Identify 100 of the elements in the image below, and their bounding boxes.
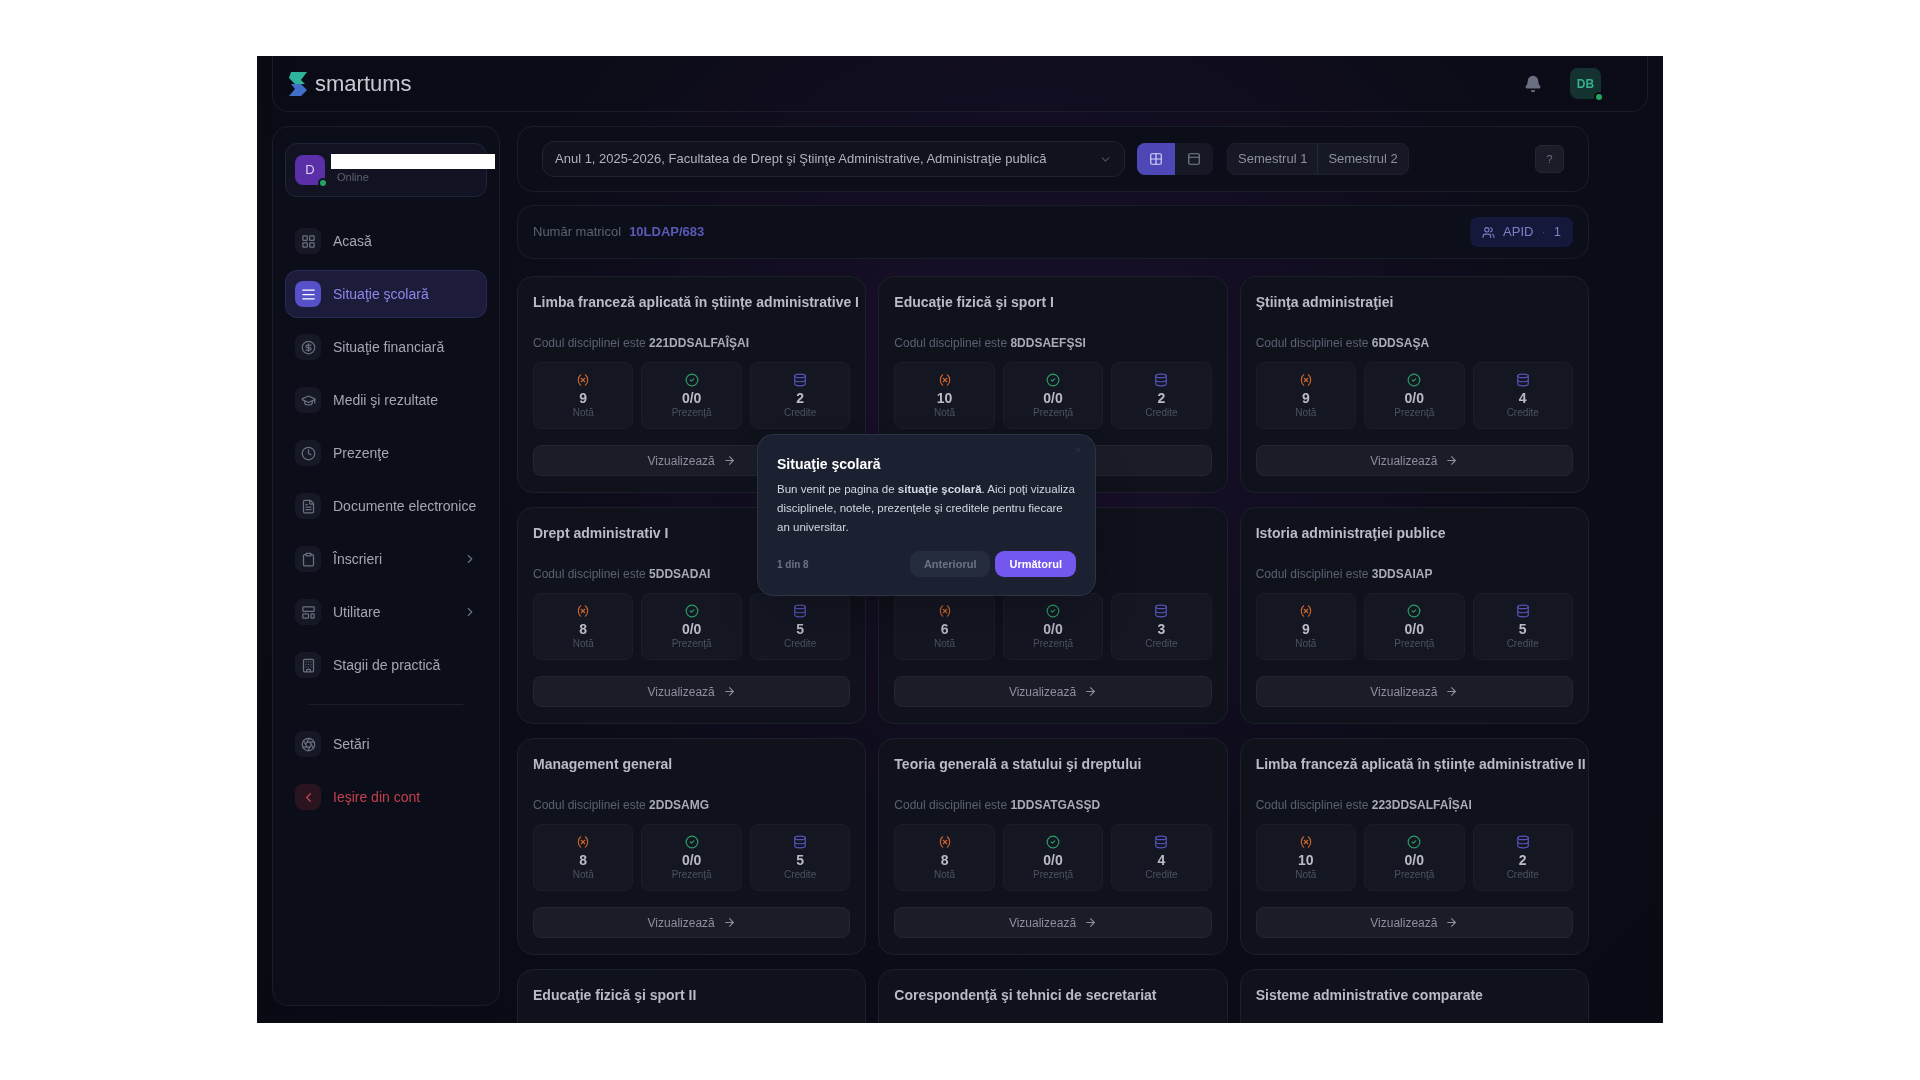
database-icon bbox=[1154, 372, 1169, 387]
check-circle-icon bbox=[1407, 834, 1422, 849]
stat-value: 5 bbox=[796, 850, 804, 869]
course-code: Codul disciplinei este 5DDSADAI bbox=[533, 566, 711, 583]
arrow-right-icon bbox=[1084, 916, 1098, 929]
sidebar-item[interactable]: Acasă bbox=[285, 217, 487, 265]
sidebar-item[interactable]: Situaţie financiară bbox=[285, 323, 487, 371]
stat-label: Prezenţă bbox=[1394, 868, 1435, 881]
view-button[interactable]: Vizualizează bbox=[1255, 676, 1573, 707]
stat-value: 4 bbox=[1518, 388, 1527, 407]
course-title: Limba franceză aplicată în științe administrative I bbox=[533, 292, 859, 312]
stat-value: 10 bbox=[1298, 850, 1314, 869]
stat-value: 0/0 bbox=[681, 619, 702, 638]
stat-value: 9 bbox=[1301, 619, 1310, 638]
stat-label: Notă bbox=[1295, 406, 1317, 419]
course-title: Istoria administraţiei publice bbox=[1255, 523, 1446, 543]
stat-label: Prezenţă bbox=[671, 637, 712, 650]
course-title: Limba franceză aplicată în științe administrative II bbox=[1255, 754, 1586, 774]
sidebar-label: Acasă bbox=[333, 231, 373, 251]
stat-label: Credite bbox=[783, 406, 817, 419]
stat-value: 8 bbox=[940, 850, 949, 869]
sidebar-label: Prezenţe bbox=[333, 443, 391, 463]
view-button[interactable]: Vizualizează bbox=[533, 676, 851, 707]
stat-value: 2 bbox=[796, 388, 804, 407]
sidebar-label: Utilitare bbox=[333, 602, 382, 622]
course-code: Codul disciplinei este 8DDSAEFŞSI bbox=[894, 335, 1086, 352]
variable-icon bbox=[576, 372, 591, 387]
course-title: Management general bbox=[533, 754, 673, 774]
grid-icon bbox=[1149, 152, 1163, 166]
stat-label: Credite bbox=[1145, 406, 1178, 419]
check-circle-icon bbox=[684, 372, 699, 387]
view-button[interactable]: Vizualizează bbox=[533, 907, 851, 938]
check-circle-icon bbox=[1407, 372, 1422, 387]
course-title: Ştiinţa administraţiei bbox=[1255, 292, 1394, 312]
stat-value: 3 bbox=[1157, 619, 1166, 638]
stat-label: Credite bbox=[1506, 637, 1539, 650]
sidebar-item[interactable]: Medii şi rezultate bbox=[285, 376, 487, 424]
sidebar-label: Situaţie şcolară bbox=[333, 284, 430, 304]
sidebar-item[interactable]: Setări bbox=[285, 720, 487, 768]
stat-label: Notă bbox=[1295, 637, 1317, 650]
group-badge: APID · 1 bbox=[1470, 217, 1573, 247]
layout-icon bbox=[295, 599, 321, 625]
stat-value: 9 bbox=[1301, 388, 1310, 407]
sidebar-item[interactable]: Documente electronice bbox=[285, 482, 487, 530]
course-title: Sisteme administrative comparate bbox=[1255, 985, 1483, 1005]
previous-button[interactable]: Anteriorul bbox=[909, 551, 991, 577]
sidebar-item[interactable]: Ieşire din cont bbox=[285, 773, 487, 821]
sidebar-label: Ieşire din cont bbox=[333, 787, 422, 807]
semester-tab[interactable]: Semestrul 1 bbox=[1228, 144, 1318, 174]
stat-label: Prezenţă bbox=[1394, 637, 1435, 650]
variable-icon bbox=[1298, 834, 1313, 849]
stat-value: 5 bbox=[796, 619, 804, 638]
stat-label: Notă bbox=[572, 637, 594, 650]
stat-value: 0/0 bbox=[681, 850, 702, 869]
next-button[interactable]: Următorul bbox=[995, 551, 1076, 577]
course-code: Codul disciplinei este 223DDSALFAÎȘAI bbox=[1255, 796, 1472, 814]
view-button[interactable]: Vizualizează bbox=[894, 907, 1212, 938]
stat-value: 0/0 bbox=[1043, 619, 1063, 638]
sidebar-label: Setări bbox=[333, 734, 371, 754]
sidebar-item[interactable]: Înscrieri bbox=[285, 535, 487, 583]
stat-label: Credite bbox=[783, 868, 817, 881]
view-toggle[interactable] bbox=[1137, 143, 1175, 175]
course-code: Codul disciplinei este 221DDSALFAÎŞAI bbox=[533, 334, 750, 352]
variable-icon bbox=[1298, 372, 1313, 387]
course-title: Educaţie fizică şi sport I bbox=[894, 292, 1054, 312]
help-button[interactable]: ? bbox=[1535, 145, 1564, 173]
view-button[interactable]: Vizualizează bbox=[894, 676, 1212, 707]
arrow-right-icon bbox=[1445, 685, 1459, 698]
stat-label: Credite bbox=[783, 637, 817, 650]
view-button[interactable]: Vizualizează bbox=[1255, 445, 1573, 476]
program-select[interactable]: Anul 1, 2025-2026, Facultatea de Drept şi Ştiinţe Administrative, Administraţie publică bbox=[542, 141, 1125, 177]
course-title: Educaţie fizică şi sport II bbox=[533, 985, 697, 1005]
stat-value: 5 bbox=[1518, 619, 1527, 638]
semester-tab[interactable]: Semestrul 2 bbox=[1317, 144, 1408, 174]
database-icon bbox=[1154, 603, 1169, 618]
dollar-icon bbox=[295, 334, 321, 360]
user-avatar[interactable]: DB bbox=[1570, 68, 1601, 99]
stat-value: 8 bbox=[579, 850, 588, 869]
sidebar-item[interactable]: Prezenţe bbox=[285, 429, 487, 477]
user-avatar: D bbox=[295, 155, 325, 185]
brand-name: smartums bbox=[315, 70, 412, 98]
chevron-left-icon bbox=[295, 784, 321, 810]
stat-label: Prezenţă bbox=[1394, 406, 1435, 419]
check-circle-icon bbox=[684, 834, 699, 849]
sidebar-label: Înscrieri bbox=[333, 549, 383, 569]
sidebar-item[interactable]: Situaţie şcolară bbox=[285, 270, 487, 318]
sidebar-item[interactable]: Utilitare bbox=[285, 588, 487, 636]
arrow-right-icon bbox=[1084, 685, 1098, 698]
stat-value: 4 bbox=[1157, 850, 1166, 869]
variable-icon bbox=[576, 603, 591, 618]
notification-bell-icon[interactable] bbox=[1524, 74, 1542, 93]
check-circle-icon bbox=[1046, 834, 1060, 849]
check-circle-icon bbox=[1407, 603, 1422, 618]
view-button[interactable]: Vizualizează bbox=[1255, 907, 1573, 938]
sidebar-label: Situaţie financiară bbox=[333, 337, 446, 357]
sidebar-item[interactable]: Stagii de practică bbox=[285, 641, 487, 689]
stat-value: 0/0 bbox=[1404, 619, 1425, 638]
grid-icon bbox=[295, 228, 321, 254]
check-circle-icon bbox=[1046, 372, 1060, 387]
check-circle-icon bbox=[1046, 603, 1060, 618]
